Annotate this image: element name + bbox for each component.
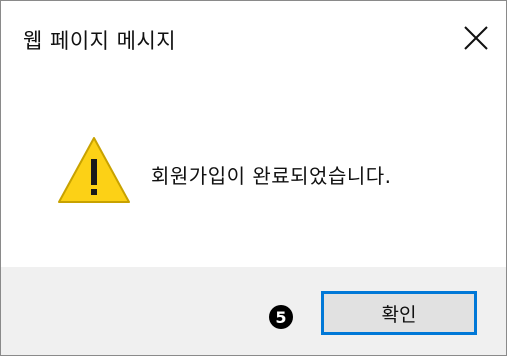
- message-dialog: 웹 페이지 메시지 회원가입이 완료되었습니다. 5 확인: [0, 0, 507, 356]
- step-number-badge: 5: [269, 305, 293, 329]
- ok-button[interactable]: 확인: [321, 291, 477, 335]
- message-text: 회원가입이 완료되었습니다.: [151, 164, 392, 188]
- warning-icon: [58, 137, 130, 203]
- close-button[interactable]: [450, 15, 502, 61]
- close-icon: [464, 26, 488, 50]
- button-bar: 5 확인: [1, 267, 506, 355]
- ok-button-label: 확인: [381, 303, 417, 326]
- dialog-title: 웹 페이지 메시지: [23, 29, 177, 53]
- message-area: 회원가입이 완료되었습니다.: [1, 87, 506, 267]
- title-bar: 웹 페이지 메시지: [1, 1, 506, 87]
